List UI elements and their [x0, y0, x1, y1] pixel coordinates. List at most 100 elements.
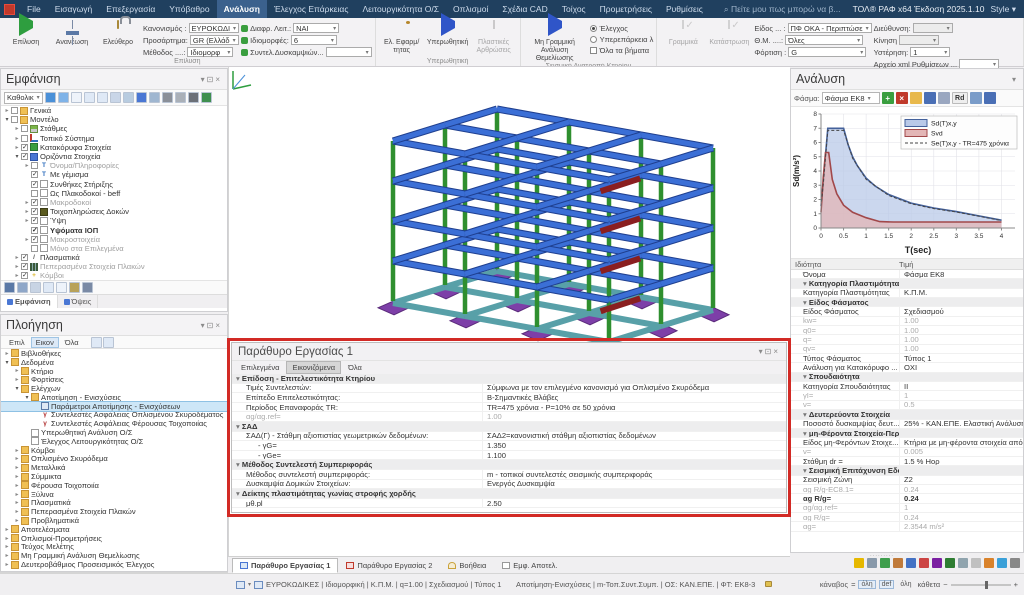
toolbar-icon[interactable]: [919, 558, 929, 568]
tree-item[interactable]: Στάθμες: [1, 124, 227, 133]
tree-item[interactable]: Συνθήκες Στήριξης: [1, 180, 227, 189]
visibility-checkbox[interactable]: [21, 125, 28, 132]
zoom-extents-icon[interactable]: [84, 92, 95, 103]
expand-icon[interactable]: [13, 125, 21, 132]
render-solid-icon[interactable]: [201, 92, 212, 103]
expand-icon[interactable]: [13, 385, 21, 392]
property-row[interactable]: αg= 2.3544 m/s²: [791, 522, 1023, 531]
tree-item[interactable]: Οπλισμοί-Προμετρήσεις: [1, 534, 227, 543]
work-window-tab[interactable]: Εικονιζόμενα: [287, 362, 340, 373]
expand-icon[interactable]: [3, 561, 11, 568]
collapse-icon[interactable]: ▾: [1012, 75, 1018, 84]
property-row[interactable]: ΣΑΔ(Γ) - Στάθμη αξιοπιστίας γεωμετρικών …: [232, 432, 786, 442]
property-row[interactable]: qv= 1.00: [791, 345, 1023, 354]
work-window-tab[interactable]: Όλα: [343, 362, 367, 373]
tree-item[interactable]: Πεπερασμένα Στοιχεία Πλακών: [1, 507, 227, 516]
visibility-checkbox[interactable]: [31, 227, 38, 234]
tree-item[interactable]: Πλασματικά: [1, 253, 227, 262]
ribbon-big-button[interactable]: Επίλυση: [3, 19, 49, 47]
ribbon-option[interactable]: Όλα τα βήματα: [590, 45, 654, 56]
property-row[interactable]: ΣΑΔ: [232, 422, 786, 432]
toolbar-icon[interactable]: [1010, 558, 1020, 568]
visibility-checkbox[interactable]: [21, 272, 28, 279]
visibility-checkbox[interactable]: [31, 181, 38, 188]
property-row[interactable]: Δευτερεύοντα Στοιχεία: [791, 410, 1023, 419]
expand-icon[interactable]: [3, 116, 11, 123]
property-row[interactable]: αg/αg.ref= 1: [791, 504, 1023, 513]
toolbar-icon[interactable]: [958, 558, 968, 568]
property-row[interactable]: Είδος Φάσματος: [791, 298, 1023, 307]
render-shaded-icon[interactable]: [188, 92, 199, 103]
visibility-checkbox[interactable]: [31, 245, 38, 252]
copy-settings-icon[interactable]: [56, 282, 67, 293]
tree-item[interactable]: Οριζόντια Στοιχεία: [1, 152, 227, 161]
rd-button[interactable]: Rd: [952, 92, 968, 104]
visibility-checkbox[interactable]: [21, 135, 28, 142]
property-row[interactable]: Ποσοστό δυσκαμψίας δευτ... 25% - ΚΑΝ.ΕΠΕ…: [791, 420, 1023, 429]
expand-icon[interactable]: [3, 552, 11, 559]
property-row[interactable]: Σπουδαιότητα: [791, 373, 1023, 382]
tree-item[interactable]: Ξύλινα: [1, 490, 227, 499]
tree-item[interactable]: Δεδομένα: [1, 358, 227, 367]
collapse-all-icon[interactable]: [103, 337, 114, 348]
tree-item[interactable]: Συντελεστές Ασφάλειας Φέρουσας Τοιχοποιί…: [1, 419, 227, 428]
toolbar-icon[interactable]: [997, 558, 1007, 568]
tree-item[interactable]: Ύψη: [1, 216, 227, 225]
expand-icon[interactable]: [13, 367, 21, 374]
expand-icon[interactable]: [13, 272, 21, 279]
expand-icon[interactable]: [13, 508, 21, 515]
expand-icon[interactable]: [13, 499, 21, 506]
tree-item[interactable]: Μοντέλο: [1, 115, 227, 124]
move-up-icon[interactable]: [45, 92, 56, 103]
expand-icon[interactable]: [13, 517, 21, 524]
expand-icon[interactable]: [23, 162, 31, 169]
window-layout-icon[interactable]: [236, 581, 245, 589]
work-window-tab[interactable]: Επιλεγμένα: [236, 362, 284, 373]
toolbar-icon[interactable]: [984, 558, 994, 568]
open-icon[interactable]: [910, 92, 922, 104]
ribbon-dropdown[interactable]: Ιδιομορφ: [187, 47, 233, 57]
expand-icon[interactable]: [3, 107, 11, 114]
expand-icon[interactable]: [13, 376, 21, 383]
tree-item[interactable]: Τεύχος Μελέτης: [1, 543, 227, 552]
property-row[interactable]: q0= 1.00: [791, 326, 1023, 335]
ribbon-dropdown[interactable]: ΕΥΡΟΚΩΔΙ: [189, 23, 240, 33]
expand-icon[interactable]: [13, 153, 21, 160]
property-row[interactable]: Δείκτης πλαστιμότητας γωνίας στροφής χορ…: [232, 489, 786, 499]
toolbar-icon[interactable]: [906, 558, 916, 568]
ribbon-tab[interactable]: Σχέδια CAD: [495, 0, 554, 18]
ribbon-big-button[interactable]: Πλαστικές Αρθρώσεις: [471, 19, 517, 55]
render-hidden-icon[interactable]: [175, 92, 186, 103]
ribbon-dropdown[interactable]: G: [788, 47, 866, 57]
ribbon-dropdown[interactable]: [913, 23, 953, 33]
zoom-previous-icon[interactable]: [97, 92, 108, 103]
property-row[interactable]: Δυσκαμψία Δομικών Στοιχείων: Ενεργός Δυσ…: [232, 480, 786, 490]
tree-item[interactable]: Μη Γραμμική Ανάλυση Θεμελίωσης: [1, 551, 227, 560]
close-icon[interactable]: ×: [773, 347, 780, 356]
vertical-slider[interactable]: [951, 584, 1011, 586]
ribbon-tab[interactable]: Έλεγχος Επάρκειας: [267, 0, 355, 18]
property-row[interactable]: Κατηγορία Πλαστιμότητας Κ.Π.Μ.: [791, 289, 1023, 298]
tree-item[interactable]: Κόμβοι: [1, 271, 227, 280]
tree-item[interactable]: Τοπικό Σύστημα: [1, 134, 227, 143]
property-row[interactable]: Περίοδος Επαναφοράς TR: TR=475 χρόνια - …: [232, 403, 786, 413]
ribbon-tab[interactable]: Προμετρήσεις: [593, 0, 659, 18]
ribbon-tab[interactable]: Εισαγωγή: [48, 0, 100, 18]
property-row[interactable]: Μέθοδος Συντελεστή Συμπεριφοράς: [232, 460, 786, 470]
tree-item[interactable]: Ως Πλακοδοκοί - beff: [1, 189, 227, 198]
canvas-tab[interactable]: Παράθυρο Εργασίας 1: [232, 558, 338, 573]
toolbar-icon[interactable]: [893, 558, 903, 568]
property-row[interactable]: Σεισμική Ζώνη Z2: [791, 476, 1023, 485]
visibility-checkbox[interactable]: [31, 236, 38, 243]
toolbar-icon[interactable]: [880, 558, 890, 568]
property-row[interactable]: γI= 1: [791, 391, 1023, 400]
ribbon-dropdown[interactable]: ΝΑΙ: [293, 23, 339, 33]
toolbar-icon[interactable]: [971, 558, 981, 568]
property-row[interactable]: αg/αg.ref= 1.00: [232, 412, 786, 422]
expand-icon[interactable]: [3, 526, 11, 533]
window-list-icon[interactable]: [254, 581, 263, 589]
view-top-icon[interactable]: [110, 92, 121, 103]
ribbon-big-button[interactable]: Ελ. Εφαρμ/τητας: [379, 19, 425, 55]
ribbon-dropdown[interactable]: 6: [291, 35, 337, 45]
tree-item[interactable]: Παράμετροι Αποτίμησης - Ενισχύσεων: [1, 402, 227, 411]
